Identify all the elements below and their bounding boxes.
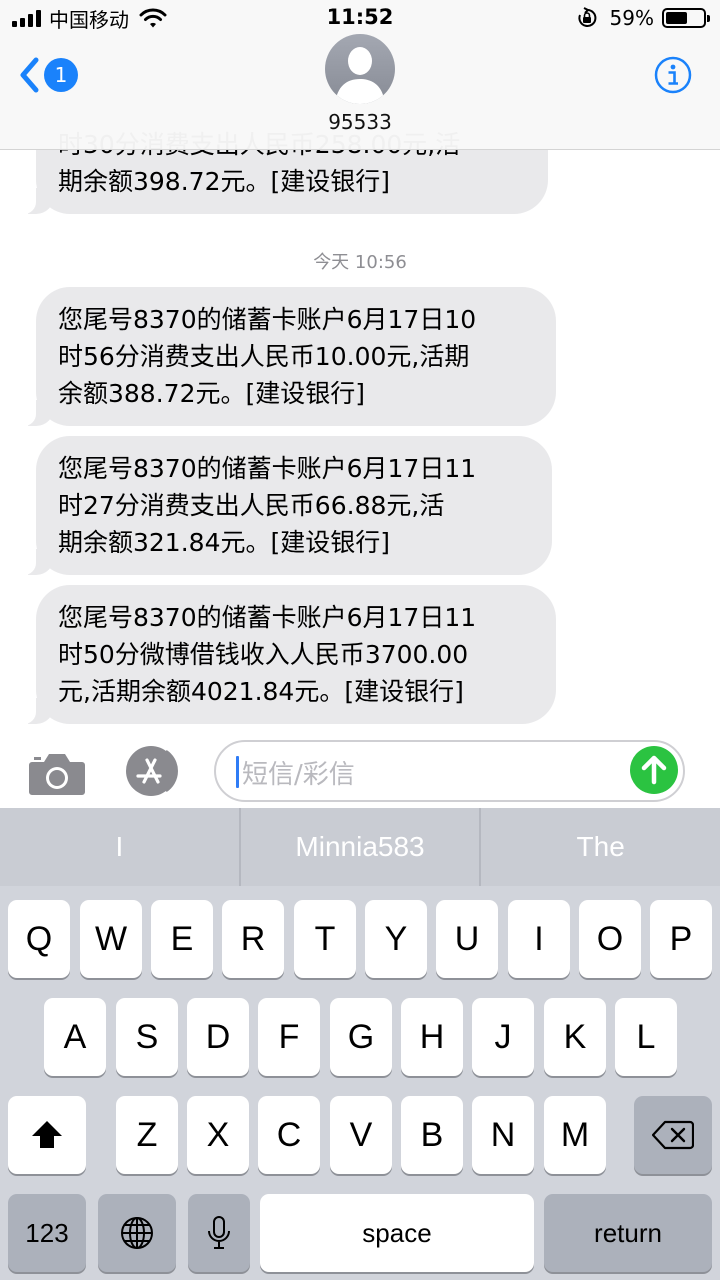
key-m[interactable]: M [544, 1096, 606, 1174]
app-store-icon [126, 746, 178, 796]
key-n[interactable]: N [472, 1096, 534, 1174]
key-p[interactable]: P [650, 900, 712, 978]
input-placeholder: 短信/彩信 [242, 760, 355, 790]
return-key[interactable]: return [544, 1194, 712, 1272]
unread-badge: 1 [44, 58, 78, 92]
back-button[interactable]: 1 [18, 56, 78, 94]
battery-icon [662, 8, 710, 28]
send-button[interactable] [630, 746, 678, 794]
shift-icon [32, 1121, 62, 1148]
message-bubble[interactable]: 您尾号8370的储蓄卡账户6月17日11 时27分消费支出人民币66.88元,活… [24, 436, 552, 575]
globe-icon [121, 1217, 153, 1249]
dictation-key[interactable] [188, 1194, 250, 1272]
key-k[interactable]: K [544, 998, 606, 1076]
key-f[interactable]: F [258, 998, 320, 1076]
message-bubble[interactable]: 您尾号8370的储蓄卡账户6月17日11 时50分微博借钱收入人民币3700.0… [24, 585, 556, 724]
backspace-icon [652, 1120, 694, 1150]
microphone-icon [208, 1216, 230, 1249]
message-input[interactable]: 短信/彩信 [214, 740, 685, 802]
message-bubble[interactable]: 您尾号8370的储蓄卡账户6月17日10 时56分消费支出人民币10.00元,活… [24, 287, 556, 426]
key-c[interactable]: C [258, 1096, 320, 1174]
key-a[interactable]: A [44, 998, 106, 1076]
key-d[interactable]: D [187, 998, 249, 1076]
prediction-item[interactable]: I [0, 808, 239, 886]
orientation-lock-icon [578, 7, 596, 27]
numbers-key[interactable]: 123 [8, 1194, 86, 1272]
key-v[interactable]: V [330, 1096, 392, 1174]
key-z[interactable]: Z [116, 1096, 178, 1174]
key-r[interactable]: R [222, 900, 284, 978]
send-arrow-icon [641, 755, 667, 785]
key-u[interactable]: U [436, 900, 498, 978]
key-o[interactable]: O [579, 900, 641, 978]
app-store-button[interactable] [122, 746, 184, 796]
avatar[interactable] [325, 34, 395, 104]
avatar-person-icon [335, 47, 385, 104]
compose-bar: 短信/彩信 [0, 730, 720, 808]
prediction-bar: I Minnia583 The [0, 808, 720, 886]
battery-percent: 59% [609, 6, 654, 30]
key-l[interactable]: L [615, 998, 677, 1076]
key-y[interactable]: Y [365, 900, 427, 978]
prediction-item[interactable]: Minnia583 [238, 808, 480, 886]
key-i[interactable]: I [508, 900, 570, 978]
space-key[interactable]: space [260, 1194, 534, 1272]
key-x[interactable]: X [187, 1096, 249, 1174]
key-s[interactable]: S [116, 998, 178, 1076]
status-bar: 中国移动 11:52 59% [0, 0, 720, 38]
shift-key[interactable] [8, 1096, 86, 1174]
keyboard: I Minnia583 The Q W E R T Y U I O P A S … [0, 808, 720, 1280]
text-caret [236, 756, 239, 788]
key-e[interactable]: E [151, 900, 213, 978]
contact-name[interactable]: 95533 [0, 110, 720, 134]
message-timestamp: 今天 10:56 [313, 252, 407, 273]
key-b[interactable]: B [401, 1096, 463, 1174]
key-q[interactable]: Q [8, 900, 70, 978]
globe-key[interactable] [98, 1194, 176, 1272]
info-icon[interactable] [654, 56, 692, 94]
key-w[interactable]: W [80, 900, 142, 978]
key-g[interactable]: G [330, 998, 392, 1076]
back-chevron-icon [20, 57, 39, 93]
key-t[interactable]: T [294, 900, 356, 978]
camera-icon[interactable] [28, 750, 86, 796]
key-h[interactable]: H [401, 998, 463, 1076]
prediction-item[interactable]: The [479, 808, 720, 886]
key-j[interactable]: J [472, 998, 534, 1076]
backspace-key[interactable] [634, 1096, 712, 1174]
